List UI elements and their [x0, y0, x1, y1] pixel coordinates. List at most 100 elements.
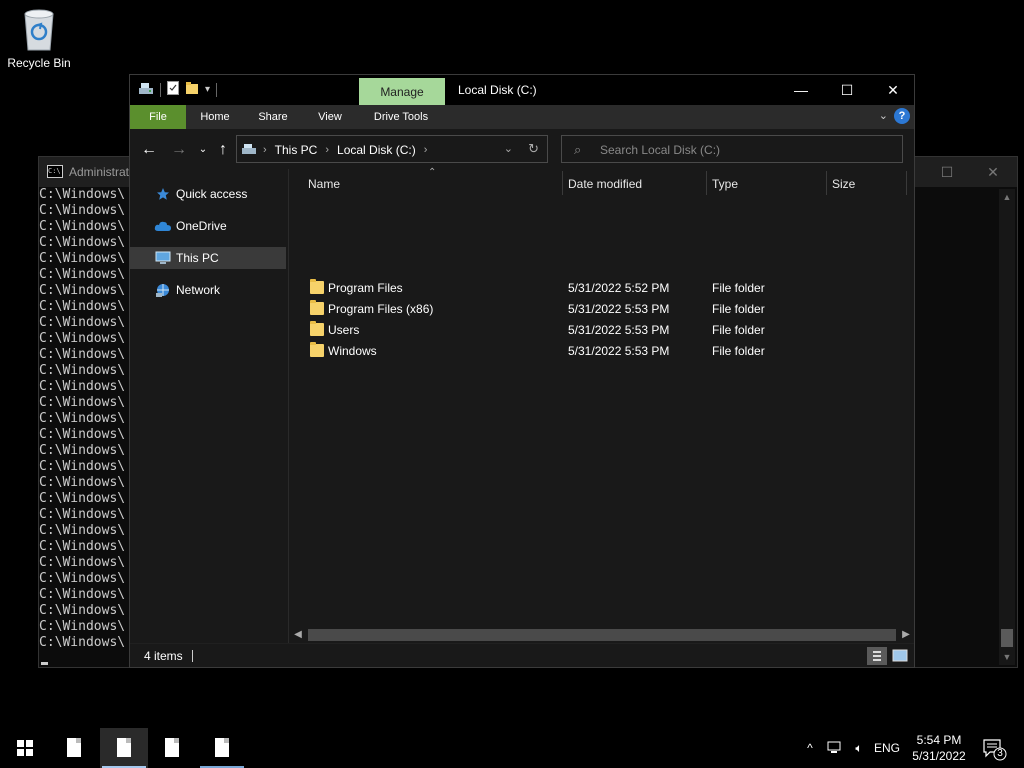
- breadcrumb-local-disk[interactable]: Local Disk (C:): [337, 143, 416, 157]
- table-row[interactable]: Users 5/31/2022 5:53 PM File folder: [290, 319, 914, 340]
- recent-locations-icon[interactable]: ⌄: [192, 139, 214, 161]
- column-header-date[interactable]: Date modified: [568, 177, 642, 191]
- action-center-button[interactable]: 3: [980, 736, 1008, 762]
- column-divider[interactable]: [562, 171, 563, 195]
- column-divider[interactable]: [826, 171, 827, 195]
- folder-icon: [310, 321, 324, 336]
- row-type: File folder: [712, 302, 765, 316]
- close-button[interactable]: ✕: [870, 75, 916, 105]
- column-divider[interactable]: [906, 171, 907, 195]
- start-button[interactable]: [0, 728, 48, 768]
- tab-file[interactable]: File: [130, 105, 186, 129]
- qat-divider: [160, 82, 161, 97]
- navigation-bar: ← → ⌄ ↑ › This PC › Local Disk (C:) › ⌄ …: [130, 129, 914, 169]
- search-icon: ⌕: [574, 142, 582, 157]
- sidebar-item-quick-access[interactable]: Quick access: [130, 183, 286, 205]
- network-status-icon[interactable]: [824, 728, 846, 768]
- breadcrumb: › This PC › Local Disk (C:) ›: [263, 143, 435, 157]
- row-date: 5/31/2022 5:53 PM: [568, 323, 670, 337]
- customize-qat-icon[interactable]: ▾: [205, 84, 210, 95]
- column-header-size[interactable]: Size: [832, 177, 855, 191]
- console-cursor: [41, 662, 48, 665]
- recycle-bin-shortcut[interactable]: Recycle Bin: [6, 6, 72, 70]
- drive-icon[interactable]: [138, 81, 154, 98]
- cloud-icon: [154, 219, 172, 233]
- quick-access-toolbar: ▾: [138, 81, 218, 98]
- file-explorer-window[interactable]: ▾ Manage Local Disk (C:) — ☐ ✕ File Home…: [129, 74, 915, 668]
- console-scrollbar[interactable]: ▲ ▼: [999, 189, 1015, 665]
- row-date: 5/31/2022 5:52 PM: [568, 281, 670, 295]
- sidebar-item-label: Quick access: [176, 187, 248, 201]
- taskbar-app-2[interactable]: [100, 728, 148, 768]
- column-header-type[interactable]: Type: [712, 177, 738, 191]
- maximize-button[interactable]: ☐: [824, 75, 870, 105]
- console-icon: C:\: [47, 165, 63, 178]
- clock-time: 5:54 PM: [916, 733, 962, 747]
- back-arrow-icon[interactable]: ←: [138, 139, 160, 161]
- tab-manage[interactable]: Manage: [359, 78, 445, 105]
- show-hidden-icons-icon[interactable]: ^: [800, 728, 820, 768]
- sidebar-item-network[interactable]: Network: [130, 279, 286, 301]
- table-row[interactable]: Program Files 5/31/2022 5:52 PM File fol…: [290, 277, 914, 298]
- taskbar-app-3[interactable]: [148, 728, 196, 768]
- breadcrumb-this-pc[interactable]: This PC: [275, 143, 318, 157]
- details-view-button[interactable]: [867, 647, 887, 665]
- pane-divider[interactable]: [288, 169, 289, 643]
- tab-view[interactable]: View: [308, 105, 352, 129]
- scroll-left-icon[interactable]: ◀: [290, 627, 306, 643]
- refresh-icon[interactable]: ↻: [528, 141, 539, 157]
- folder-icon: [310, 342, 324, 357]
- tab-home[interactable]: Home: [192, 105, 238, 129]
- document-icon: [165, 738, 179, 757]
- column-divider[interactable]: [706, 171, 707, 195]
- large-icons-view-button[interactable]: [890, 647, 910, 665]
- column-header-name[interactable]: Name: [308, 177, 340, 191]
- tab-drive-tools[interactable]: Drive Tools: [366, 105, 436, 129]
- table-row[interactable]: Windows 5/31/2022 5:53 PM File folder: [290, 340, 914, 361]
- language-indicator[interactable]: ENG: [872, 728, 902, 768]
- sidebar-item-this-pc[interactable]: This PC: [130, 247, 286, 269]
- clock[interactable]: 5:54 PM 5/31/2022: [906, 732, 972, 764]
- horizontal-scroll-thumb[interactable]: [308, 629, 896, 641]
- console-close-button[interactable]: ✕: [973, 161, 1013, 183]
- pc-icon: [241, 143, 257, 155]
- sidebar-item-onedrive[interactable]: OneDrive: [130, 215, 286, 237]
- breadcrumb-separator-icon[interactable]: ›: [424, 144, 428, 156]
- document-icon: [67, 738, 81, 757]
- up-arrow-icon[interactable]: ↑: [212, 139, 234, 161]
- explorer-titlebar[interactable]: ▾ Manage Local Disk (C:) — ☐ ✕: [130, 75, 914, 105]
- search-input[interactable]: [600, 141, 890, 159]
- scroll-up-icon[interactable]: ▲: [999, 189, 1015, 205]
- volume-icon[interactable]: 🔈︎: [848, 728, 870, 768]
- taskbar-app-4[interactable]: [198, 728, 246, 768]
- chevron-down-icon[interactable]: ⌄: [879, 109, 888, 122]
- minimize-button[interactable]: —: [778, 75, 824, 105]
- large-icons-view-icon: [892, 649, 908, 662]
- help-icon[interactable]: ?: [894, 108, 910, 124]
- scroll-right-icon[interactable]: ▶: [898, 627, 914, 643]
- search-box[interactable]: ⌕: [561, 135, 903, 163]
- document-icon: [215, 738, 229, 757]
- properties-icon[interactable]: [167, 81, 179, 98]
- sidebar-item-label: Network: [176, 283, 221, 297]
- horizontal-scrollbar[interactable]: ◀ ▶: [290, 627, 914, 643]
- sidebar-item-label: OneDrive: [176, 219, 227, 233]
- taskbar-app-1[interactable]: [50, 728, 98, 768]
- console-maximize-button[interactable]: ☐: [927, 161, 967, 183]
- monitor-icon: [154, 251, 172, 265]
- forward-arrow-icon[interactable]: →: [168, 139, 190, 161]
- folder-icon: [310, 300, 324, 315]
- address-bar[interactable]: › This PC › Local Disk (C:) › ⌄ ↻: [236, 135, 548, 163]
- status-divider: [192, 650, 193, 662]
- star-icon: [154, 187, 172, 201]
- scroll-down-icon[interactable]: ▼: [999, 649, 1015, 665]
- new-folder-icon[interactable]: [185, 81, 199, 98]
- console-scroll-thumb[interactable]: [1001, 629, 1013, 647]
- address-dropdown-icon[interactable]: ⌄: [504, 142, 513, 155]
- notification-count-badge: 3: [997, 748, 1003, 759]
- table-row[interactable]: Program Files (x86) 5/31/2022 5:53 PM Fi…: [290, 298, 914, 319]
- sidebar-item-label: This PC: [176, 251, 219, 265]
- breadcrumb-separator-icon[interactable]: ›: [263, 144, 267, 156]
- breadcrumb-separator-icon[interactable]: ›: [325, 144, 329, 156]
- tab-share[interactable]: Share: [250, 105, 296, 129]
